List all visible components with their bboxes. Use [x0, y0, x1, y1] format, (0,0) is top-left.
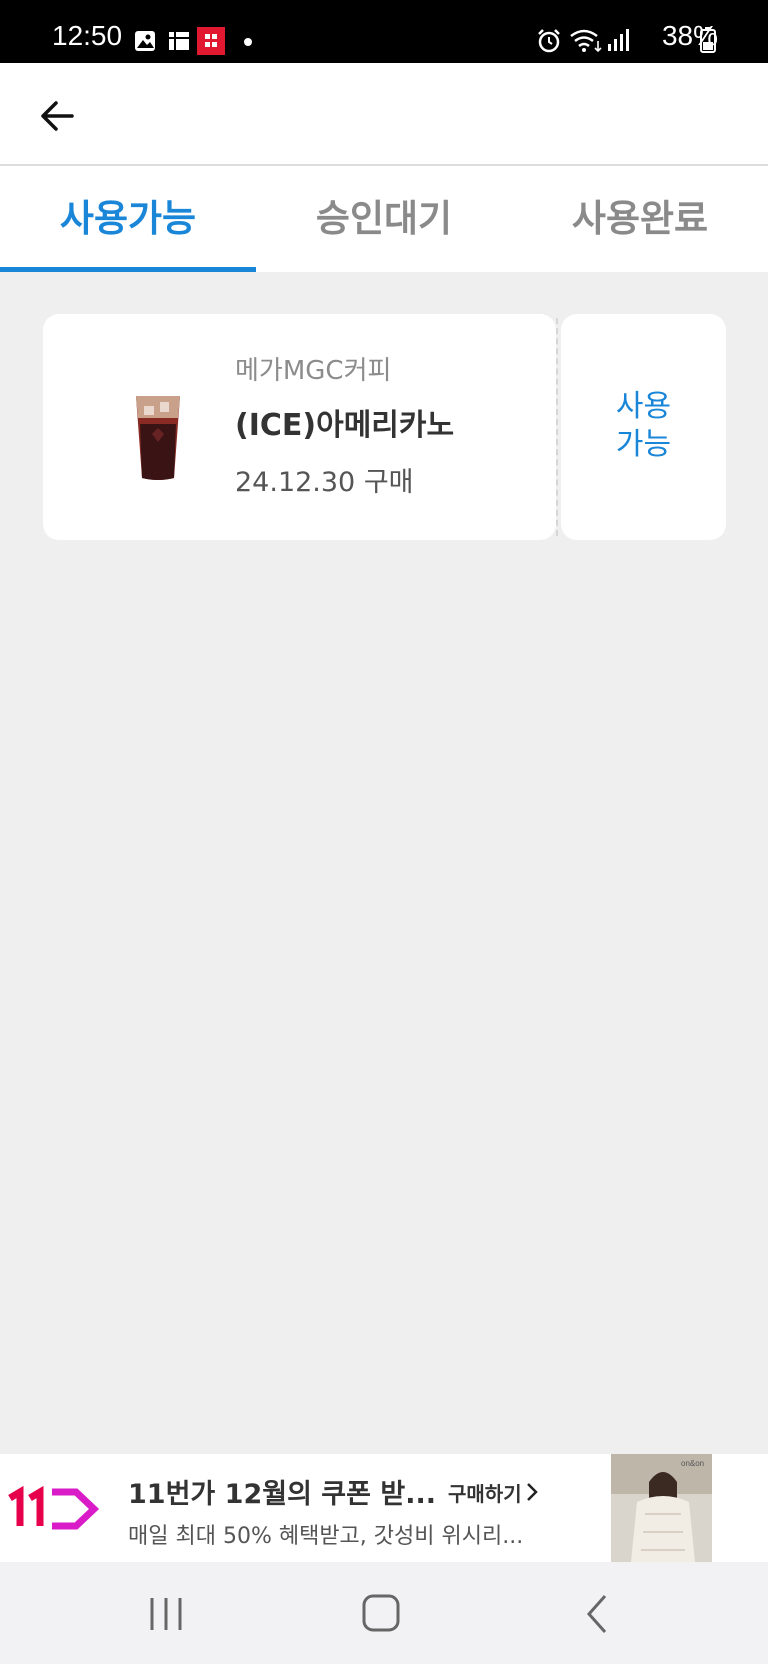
- ad-title: 11번가 12월의 쿠폰 받...: [128, 1479, 436, 1510]
- list-icon: [169, 32, 189, 50]
- back-icon[interactable]: [573, 1592, 621, 1636]
- app-bar: [0, 63, 768, 166]
- coupon-purchase-date: 24.12.30 구매: [235, 467, 414, 498]
- 11st-logo: [8, 1485, 100, 1530]
- tab-available[interactable]: 사용가능: [0, 166, 256, 272]
- iced-coffee-icon: [136, 396, 180, 480]
- tab-bar: 사용가능 승인대기 사용완료: [0, 166, 768, 272]
- back-arrow-icon[interactable]: [34, 92, 82, 140]
- coupon-status-line2: 가능: [615, 427, 672, 462]
- recent-apps-icon[interactable]: [142, 1592, 190, 1636]
- signal-icon: [608, 29, 629, 51]
- ad-cta-button[interactable]: 구매하기: [448, 1478, 522, 1507]
- app-notification-icon: [197, 27, 225, 55]
- tab-used[interactable]: 사용완료: [512, 166, 768, 272]
- coupon-status-stub[interactable]: 사용 가능: [561, 314, 726, 540]
- coupon-status-label: 사용 가능: [561, 388, 726, 464]
- status-time: 12:50: [52, 20, 123, 51]
- wifi-icon: [570, 29, 602, 53]
- notification-dot-icon: [244, 38, 252, 46]
- battery-icon: [700, 27, 716, 53]
- tab-indicator: [0, 267, 256, 272]
- status-bar: 12:50 38%: [0, 0, 768, 63]
- svg-text:on&on: on&on: [681, 1459, 704, 1468]
- coupon-perforation: [556, 318, 558, 536]
- tab-pending[interactable]: 승인대기: [256, 166, 512, 272]
- coupon-card[interactable]: 메가MGC커피 (ICE)아메리카노 24.12.30 구매: [43, 314, 556, 540]
- winter-coat-model-image: on&on: [611, 1454, 712, 1562]
- ad-banner[interactable]: 11번가 12월의 쿠폰 받... 구매하기 매일 최대 50% 혜택받고, 갓…: [0, 1454, 768, 1562]
- coupon-product-name: (ICE)아메리카노: [235, 408, 455, 443]
- coupon-brand: 메가MGC커피: [235, 356, 392, 386]
- chevron-right-icon: [527, 1483, 538, 1501]
- system-nav-bar: [0, 1562, 768, 1664]
- coupon-status-line1: 사용: [615, 389, 672, 424]
- ad-subtitle: 매일 최대 50% 혜택받고, 갓성비 위시리...: [128, 1524, 524, 1549]
- alarm-icon: [538, 29, 560, 53]
- home-icon[interactable]: [357, 1592, 405, 1636]
- gallery-icon: [135, 31, 155, 51]
